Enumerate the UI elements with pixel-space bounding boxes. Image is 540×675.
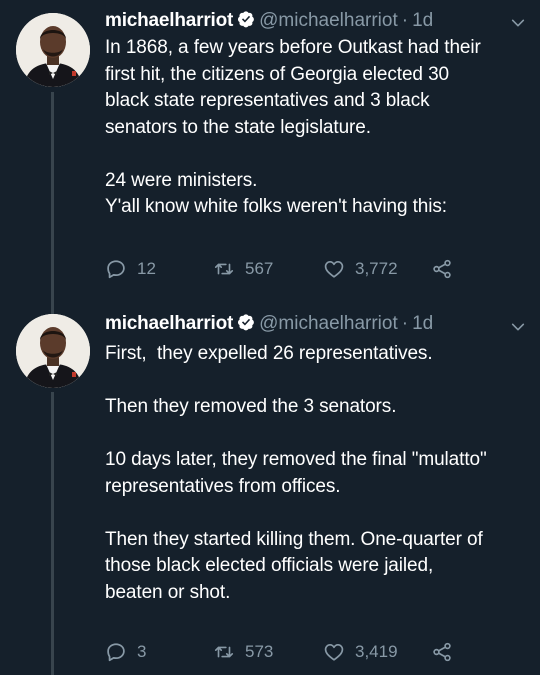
reply-bubble-icon xyxy=(107,260,125,279)
avatar[interactable] xyxy=(16,314,90,388)
retweet-button[interactable]: 567 xyxy=(213,257,273,281)
tweet-text: In 1868, a few years before Outkast had … xyxy=(105,35,530,221)
user-handle[interactable]: @michaelharriot xyxy=(259,313,398,334)
heart-icon xyxy=(324,261,344,278)
share-icon xyxy=(433,642,451,662)
tweet-text-line: black state representatives and 3 black xyxy=(105,90,430,111)
share-icon xyxy=(433,259,451,279)
heart-icon xyxy=(324,644,344,661)
tweet-header: michaelharriot @michaelharriot · 1d xyxy=(105,9,433,33)
tweet-text: First, they expelled 26 representatives.… xyxy=(105,341,530,606)
tweet-actions: 3 573 3,419 xyxy=(105,640,525,664)
display-name[interactable]: michaelharriot xyxy=(105,10,233,31)
tweet-actions: 12 567 3,772 xyxy=(105,257,525,281)
tweet-text-line: In 1868, a few years before Outkast had … xyxy=(105,37,481,58)
like-count: 3,419 xyxy=(355,642,398,661)
tweet-text-line: First, they expelled 26 representatives. xyxy=(105,343,433,364)
tweet-text-line: senators to the state legislature. xyxy=(105,116,371,138)
retweet-icon xyxy=(214,263,234,275)
like-button[interactable]: 3,772 xyxy=(323,257,398,281)
tweet-text-line: Then they started killing them. One-quar… xyxy=(105,528,483,550)
display-name[interactable]: michaelharriot xyxy=(105,313,233,334)
tweet-text-blank-line xyxy=(105,500,530,527)
tweet-text-line: first hit, the citizens of Georgia elect… xyxy=(105,63,450,85)
retweet-count: 567 xyxy=(245,259,274,278)
chevron-down-icon[interactable] xyxy=(510,319,526,335)
separator-dot: · xyxy=(401,10,409,31)
chevron-down-icon[interactable] xyxy=(510,15,526,31)
tweet-text-blank-line xyxy=(105,368,530,395)
tweet-header: michaelharriot @michaelharriot · 1d xyxy=(105,312,433,336)
retweet-icon xyxy=(214,646,234,658)
like-button[interactable]: 3,419 xyxy=(323,640,398,664)
retweet-button[interactable]: 573 xyxy=(213,640,273,664)
tweet-text-blank-line xyxy=(105,421,530,448)
avatar[interactable] xyxy=(16,13,90,87)
share-button[interactable] xyxy=(431,257,463,281)
timestamp[interactable]: 1d xyxy=(412,10,433,31)
reply-count: 3 xyxy=(137,642,147,661)
tweet-text-line: beaten or shot. xyxy=(105,581,231,603)
reply-bubble-icon xyxy=(107,643,125,662)
tweet-text-line: Then they removed the 3 senators. xyxy=(105,396,397,417)
verified-badge-icon xyxy=(238,11,255,28)
tweet-text-line: those black elected officials were jaile… xyxy=(105,555,434,576)
tweet-text-line: Y'all know white folks weren't having th… xyxy=(105,196,447,217)
retweet-count: 573 xyxy=(245,642,274,661)
user-handle[interactable]: @michaelharriot xyxy=(259,10,398,31)
tweet[interactable]: michaelharriot @michaelharriot · 1d First, … xyxy=(0,308,540,675)
tweet-text-blank-line xyxy=(105,141,530,168)
tweet-text-line: representatives from offices. xyxy=(105,475,341,497)
separator-dot: · xyxy=(401,313,409,334)
timestamp[interactable]: 1d xyxy=(412,313,433,334)
tweet[interactable]: michaelharriot @michaelharriot · 1d In 1868… xyxy=(0,0,540,312)
reply-count: 12 xyxy=(137,259,156,278)
like-count: 3,772 xyxy=(355,259,398,278)
verified-badge-icon xyxy=(238,314,255,331)
reply-button[interactable]: 3 xyxy=(105,640,146,664)
share-button[interactable] xyxy=(431,640,463,664)
tweet-text-line: 24 were ministers. xyxy=(105,169,258,191)
tweet-text-line: 10 days later, they removed the final "m… xyxy=(105,449,487,470)
tweet-thread: michaelharriot @michaelharriot · 1d In 1868… xyxy=(0,0,540,675)
reply-button[interactable]: 12 xyxy=(105,257,156,281)
